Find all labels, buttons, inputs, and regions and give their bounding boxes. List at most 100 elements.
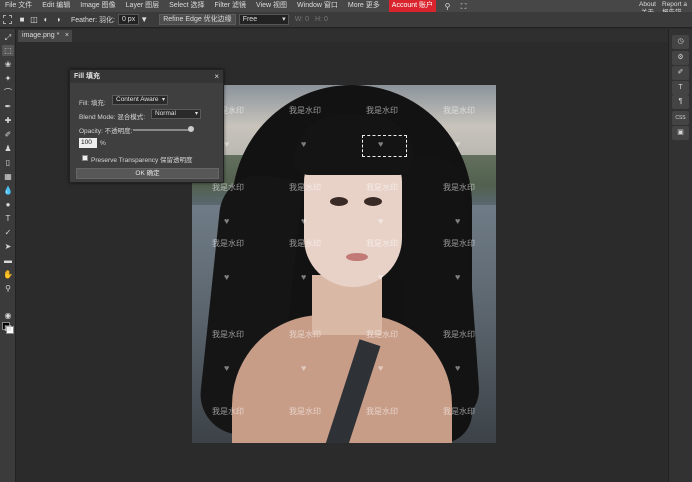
- watermark-heart-icon: ♥: [378, 139, 384, 149]
- blend-mode-select[interactable]: Normal: [151, 109, 201, 119]
- menu-more[interactable]: More 更多: [343, 0, 385, 12]
- paragraph-icon[interactable]: ¶: [672, 95, 689, 109]
- tab-image[interactable]: image.png * ×: [18, 30, 72, 42]
- image-icon[interactable]: ▣: [672, 126, 689, 140]
- watermark-text: 我是水印: [366, 407, 398, 416]
- add-selection-icon[interactable]: ◫: [29, 15, 39, 25]
- screen-mode-icon[interactable]: ▤: [2, 322, 14, 333]
- watermark-text: 我是水印: [289, 183, 321, 192]
- about-label-en: About: [639, 1, 656, 8]
- opacity-unit: %: [100, 140, 106, 147]
- width-label: W:: [294, 16, 304, 23]
- feather-input[interactable]: 0 px: [117, 14, 140, 25]
- width-value[interactable]: 0: [305, 16, 309, 23]
- quick-mask-icon[interactable]: ◉: [2, 310, 14, 321]
- watermark-text: 我是水印: [289, 239, 321, 248]
- watermark-heart-icon: ♥: [455, 363, 461, 373]
- watermark-text: 我是水印: [366, 239, 398, 248]
- watermark-heart-icon: ♥: [455, 139, 461, 149]
- move-tool-icon[interactable]: ⤢: [2, 32, 14, 43]
- dialog-close-icon[interactable]: ×: [214, 70, 219, 83]
- fill-dialog: Fill 填充 × Fill: 填充: Content Aware Blend …: [69, 69, 224, 183]
- document-tabs: image.png * ×: [16, 29, 668, 42]
- lasso-tool-icon[interactable]: ❀: [2, 59, 14, 70]
- feather-dropdown-icon[interactable]: ▼: [139, 15, 149, 25]
- watermark-heart-icon: ♥: [455, 440, 460, 443]
- settings-icon[interactable]: ⚙: [672, 51, 689, 65]
- refine-edge-button[interactable]: Refine Edge 优化边缘: [159, 14, 236, 25]
- preserve-transparency-label: Preserve Transparency 保留透明度: [91, 157, 193, 164]
- menu-edit[interactable]: Edit 编辑: [37, 0, 75, 12]
- intersect-selection-icon[interactable]: ◑: [53, 15, 63, 25]
- watermark-text: 我是水印: [443, 407, 475, 416]
- blur-tool-icon[interactable]: 💧: [2, 185, 14, 196]
- path-select-icon[interactable]: ➤: [2, 241, 14, 252]
- search-icon[interactable]: ⚲: [443, 2, 452, 11]
- photo-lips: [346, 253, 368, 261]
- fill-label: Fill: 填充:: [79, 100, 106, 107]
- eraser-tool-icon[interactable]: ▯: [2, 157, 14, 168]
- brush-icon[interactable]: ✐: [672, 66, 689, 80]
- watermark-text: 我是水印: [443, 106, 475, 115]
- height-label: H:: [315, 16, 323, 23]
- hand-tool-icon[interactable]: ✋: [2, 269, 14, 280]
- menu-image[interactable]: Image 图像: [75, 0, 120, 12]
- height-value[interactable]: 0: [324, 16, 328, 23]
- photo-eye-left: [330, 197, 348, 206]
- crop-tool-icon[interactable]: ⌒: [2, 87, 14, 98]
- marquee-selection[interactable]: [362, 135, 407, 157]
- ok-button[interactable]: OK 确定: [76, 168, 219, 179]
- tab-close-icon[interactable]: ×: [65, 30, 69, 42]
- subtract-selection-icon[interactable]: ◐: [41, 15, 51, 25]
- opacity-label: Opacity: 不透明度:: [79, 128, 133, 135]
- feather-label: Feather: 羽化:: [71, 16, 115, 24]
- dodge-tool-icon[interactable]: ●: [2, 199, 14, 210]
- blend-mode-label: Blend Mode: 混合模式:: [79, 114, 146, 121]
- menu-file[interactable]: File 文件: [0, 0, 37, 12]
- fill-select[interactable]: Content Aware: [112, 95, 168, 105]
- opacity-slider[interactable]: [133, 129, 191, 131]
- history-icon[interactable]: ◷: [672, 35, 689, 49]
- healing-brush-icon[interactable]: ✚: [2, 115, 14, 126]
- text-icon[interactable]: T: [672, 81, 689, 95]
- report-label-en: Report a: [662, 1, 687, 8]
- watermark-heart-icon: ♥: [224, 139, 230, 149]
- menu-select[interactable]: Select 选择: [164, 0, 209, 12]
- menu-window[interactable]: Window 窗口: [292, 0, 343, 12]
- watermark-heart-icon: ♥: [224, 272, 230, 282]
- magic-wand-icon[interactable]: ✦: [2, 73, 14, 84]
- watermark-heart-icon: ♥: [378, 272, 384, 282]
- watermark-heart-icon: ♥: [455, 272, 461, 282]
- menu-layer[interactable]: Layer 图层: [121, 0, 164, 12]
- opacity-input[interactable]: 100: [79, 138, 97, 148]
- css-icon[interactable]: CSS: [672, 111, 689, 125]
- menu-view[interactable]: View 视图: [251, 0, 292, 12]
- watermark-text: 我是水印: [212, 239, 244, 248]
- watermark-heart-icon: ♥: [224, 216, 230, 226]
- watermark-heart-icon: ♥: [378, 440, 383, 443]
- marquee-select-icon[interactable]: ⬚: [2, 45, 14, 56]
- account-button[interactable]: Account 账户: [388, 0, 437, 12]
- type-tool-icon[interactable]: T: [2, 213, 14, 224]
- clone-stamp-icon[interactable]: ♟: [2, 143, 14, 154]
- watermark-heart-icon: ♥: [378, 216, 384, 226]
- shape-tool-icon[interactable]: ▬: [2, 255, 14, 266]
- brush-tool-icon[interactable]: ✐: [2, 129, 14, 140]
- preserve-transparency-checkbox[interactable]: [82, 155, 88, 161]
- tools-panel: ⤢ ⬚ ❀ ✦ ⌒ ✒ ✚ ✐ ♟ ▯ ▦ 💧 ● T ✓ ➤ ▬ ✋ ⚲ ◉ …: [0, 29, 16, 482]
- pen-tool-icon[interactable]: ✓: [2, 227, 14, 238]
- zoom-tool-icon[interactable]: ⚲: [2, 283, 14, 294]
- gradient-tool-icon[interactable]: ▦: [2, 171, 14, 182]
- watermark-heart-icon: ♥: [301, 440, 306, 443]
- watermark-text: 我是水印: [289, 330, 321, 339]
- fullscreen-icon[interactable]: ⛶: [459, 2, 468, 11]
- document-canvas[interactable]: 我是水印 ♥ 我是水印 ♥ 我是水印 ♥ 我是水印 ♥ 我是水印 ♥ 我是水印 ♥ 我是水印 ♥ 我是水印 ♥…: [192, 85, 496, 443]
- menu-filter[interactable]: Filter 滤镜: [210, 0, 252, 12]
- eyedropper-icon[interactable]: ✒: [2, 101, 14, 112]
- style-select[interactable]: Free: [238, 14, 289, 25]
- tab-title: image.png *: [22, 32, 60, 39]
- opacity-slider-handle[interactable]: [188, 126, 194, 132]
- watermark-text: 我是水印: [443, 183, 475, 192]
- new-selection-icon[interactable]: ■: [17, 15, 27, 25]
- watermark-text: 我是水印: [289, 407, 321, 416]
